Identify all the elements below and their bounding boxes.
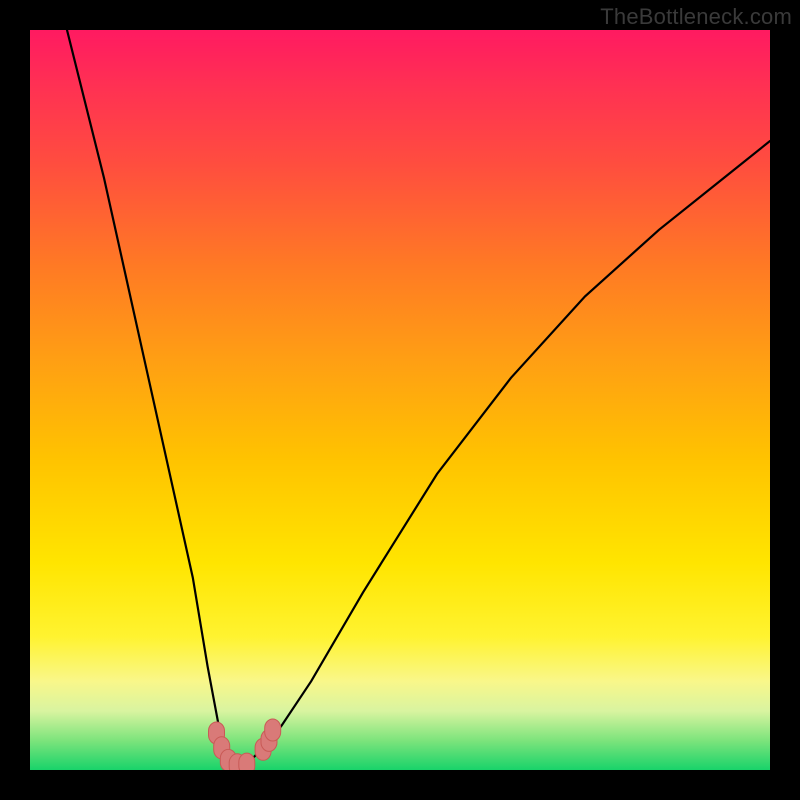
curve-marker	[239, 753, 255, 770]
curve-marker	[265, 719, 281, 741]
bottleneck-curve	[67, 30, 770, 766]
curve-markers	[209, 719, 281, 770]
watermark-text: TheBottleneck.com	[600, 4, 792, 30]
curve-layer	[30, 30, 770, 770]
chart-frame: TheBottleneck.com	[0, 0, 800, 800]
plot-area	[30, 30, 770, 770]
